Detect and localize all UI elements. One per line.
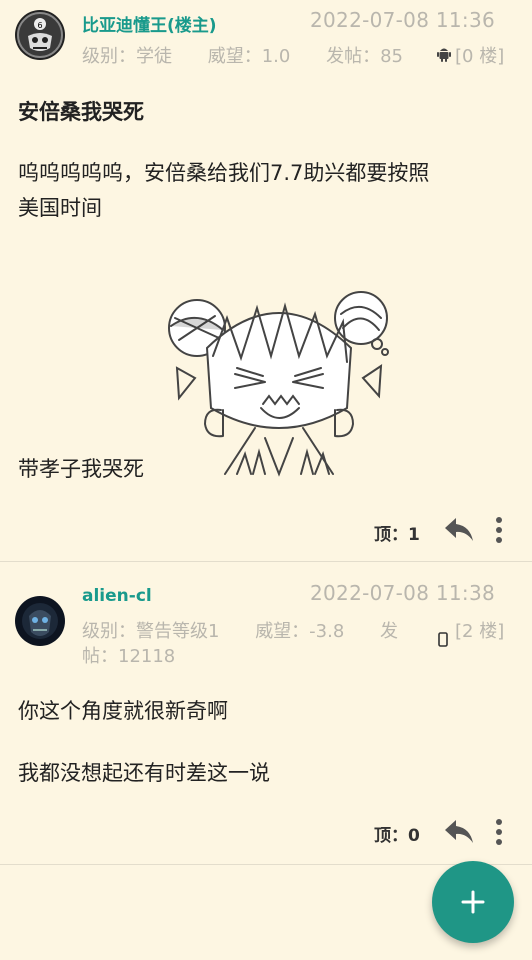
android-icon xyxy=(437,46,451,66)
user-post-count-part2: 帖：12118 xyxy=(82,646,176,667)
more-options-icon[interactable] xyxy=(492,818,506,850)
user-post-count-part1: 发 xyxy=(380,621,399,642)
sticker-image[interactable] xyxy=(165,278,393,478)
user-prestige: 威望：-3.8 xyxy=(255,621,345,642)
user-meta: 级别：学徒 威望：1.0 发帖：85 xyxy=(82,42,403,68)
post-divider xyxy=(0,864,532,865)
post-body-line-2: 我都没想起还有时差这一说 xyxy=(18,761,270,785)
user-prestige: 威望：1.0 xyxy=(207,46,291,67)
avatar[interactable] xyxy=(15,596,65,646)
user-level: 级别：学徒 xyxy=(82,46,172,67)
phone-icon xyxy=(438,632,448,651)
like-count[interactable]: 顶：0 xyxy=(374,821,420,846)
post-divider xyxy=(0,561,532,562)
user-meta: 级别：警告等级1 威望：-3.8 发 xyxy=(82,617,398,643)
user-level: 级别：警告等级1 xyxy=(82,621,220,642)
svg-text:6: 6 xyxy=(37,21,42,30)
post-time: 2022-07-08 11:36 xyxy=(310,8,496,32)
reply-icon[interactable] xyxy=(444,818,474,848)
author-name[interactable]: 比亚迪懂王(楼主) xyxy=(82,11,217,36)
user-post-count: 发帖：85 xyxy=(326,46,404,67)
post-body-line-2: 美国时间 xyxy=(18,196,102,220)
post-title: 安倍桑我哭死 xyxy=(18,100,144,124)
like-count[interactable]: 顶：1 xyxy=(374,520,420,545)
author-name[interactable]: alien-cl xyxy=(82,586,152,606)
more-options-icon[interactable] xyxy=(492,516,506,548)
floor-number: [2 楼] xyxy=(455,621,505,642)
new-reply-button[interactable] xyxy=(432,861,514,943)
post-caption: 带孝子我哭死 xyxy=(18,457,144,481)
avatar[interactable]: 6 xyxy=(15,10,65,60)
reply-icon[interactable] xyxy=(444,516,474,546)
floor-number: [0 楼] xyxy=(455,46,505,67)
post-body-line-1: 你这个角度就很新奇啊 xyxy=(18,699,228,723)
post-body-line-1: 呜呜呜呜呜，安倍桑给我们7.7助兴都要按照 xyxy=(18,161,430,185)
post-time: 2022-07-08 11:38 xyxy=(310,581,496,605)
plus-icon xyxy=(461,890,485,914)
